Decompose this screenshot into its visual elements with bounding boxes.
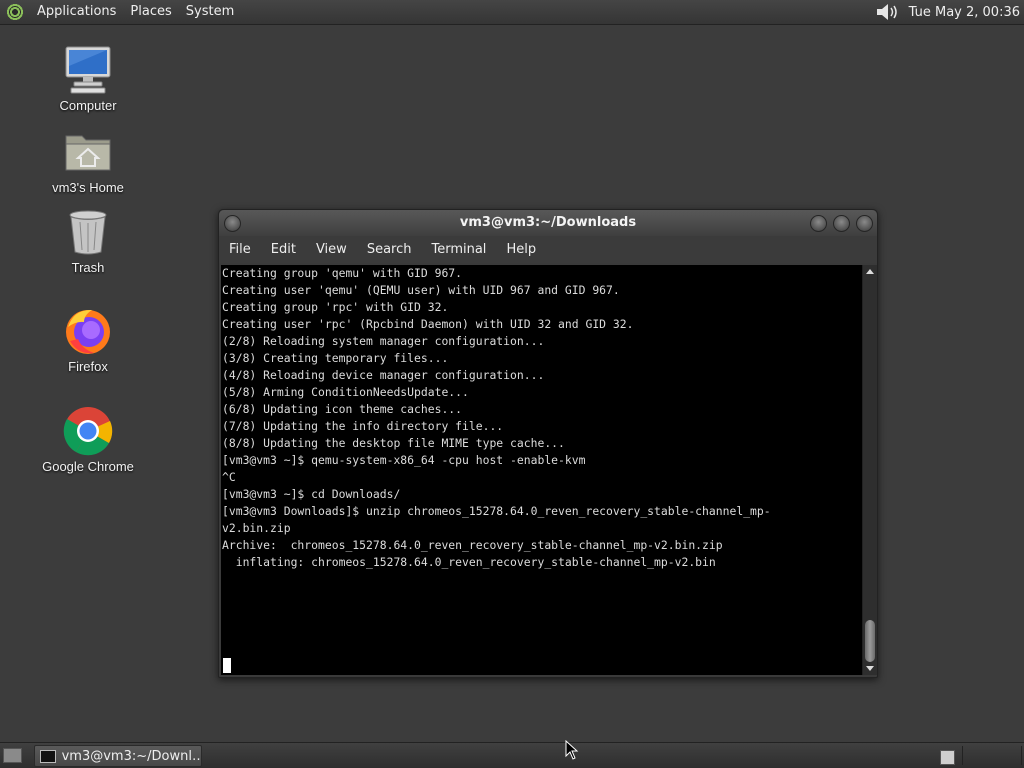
desktop-icon-firefox[interactable]: Firefox	[33, 305, 143, 374]
terminal-line: Creating user 'rpc' (Rpcbind Daemon) wit…	[222, 317, 634, 331]
window-titlebar[interactable]: vm3@vm3:~/Downloads	[219, 210, 877, 236]
terminal-line: (2/8) Reloading system manager configura…	[222, 334, 545, 348]
terminal-line: Archive: chromeos_15278.64.0_reven_recov…	[222, 538, 723, 552]
terminal-line: (5/8) Arming ConditionNeedsUpdate...	[222, 385, 469, 399]
system-menu[interactable]: System	[179, 0, 241, 24]
maximize-icon[interactable]	[833, 215, 850, 232]
menu-search[interactable]: Search	[357, 236, 422, 263]
desktop-icon-label: Computer	[59, 98, 117, 113]
desktop-icon-label: Trash	[71, 260, 105, 275]
terminal-line: (6/8) Updating icon theme caches...	[222, 402, 463, 416]
firefox-icon	[62, 305, 114, 357]
terminal-line: inflating: chromeos_15278.64.0_reven_rec…	[222, 555, 716, 569]
terminal-line: ^C	[222, 470, 236, 484]
desktop-icon-computer[interactable]: Computer	[33, 44, 143, 113]
top-panel: Applications Places System Tue May 2, 00…	[0, 0, 1024, 25]
clock[interactable]: Tue May 2, 00:36	[905, 5, 1024, 20]
terminal-line: Creating group 'qemu' with GID 967.	[222, 266, 463, 280]
trash-icon	[62, 206, 114, 258]
terminal-line: [vm3@vm3 ~]$ cd Downloads/	[222, 487, 401, 501]
computer-icon	[62, 44, 114, 96]
terminal-menubar: File Edit View Search Terminal Help	[219, 236, 877, 263]
terminal-line: (4/8) Reloading device manager configura…	[222, 368, 545, 382]
desktop-icon-home[interactable]: vm3's Home	[33, 126, 143, 195]
menu-view[interactable]: View	[306, 236, 357, 263]
desktop-icon-trash[interactable]: Trash	[33, 206, 143, 275]
scroll-thumb[interactable]	[865, 620, 875, 662]
show-desktop-icon[interactable]	[3, 748, 22, 763]
desktop-icon-label: Firefox	[68, 359, 108, 374]
taskbar-item-label: vm3@vm3:~/Downl…	[61, 748, 201, 764]
terminal-window[interactable]: vm3@vm3:~/Downloads File Edit View Searc…	[218, 209, 878, 678]
terminal-line: [vm3@vm3 ~]$ qemu-system-x86_64 -cpu hos…	[222, 453, 586, 467]
distro-logo-icon[interactable]	[6, 3, 24, 21]
terminal-line: v2.bin.zip	[222, 521, 291, 535]
minimize-icon[interactable]	[810, 215, 827, 232]
window-menu-icon[interactable]	[224, 215, 241, 232]
terminal-line: (3/8) Creating temporary files...	[222, 351, 449, 365]
desktop-icon-label: Google Chrome	[42, 459, 134, 474]
terminal-text: Creating group 'qemu' with GID 967. Creat…	[221, 265, 862, 571]
terminal-line: [vm3@vm3 Downloads]$ unzip chromeos_1527…	[222, 504, 771, 518]
bottom-panel: vm3@vm3:~/Downl…	[0, 742, 1024, 768]
home-folder-icon	[62, 126, 114, 178]
desktop-icon-chrome[interactable]: Google Chrome	[33, 405, 143, 474]
workspace-switcher-2[interactable]	[962, 746, 1022, 765]
menu-file[interactable]: File	[219, 236, 261, 263]
terminal-output[interactable]: Creating group 'qemu' with GID 967. Creat…	[221, 265, 862, 675]
vertical-scrollbar[interactable]	[862, 265, 877, 675]
scroll-up-icon[interactable]	[866, 269, 874, 274]
terminal-line: (7/8) Updating the info directory file..…	[222, 419, 504, 433]
window-title: vm3@vm3:~/Downloads	[459, 215, 637, 230]
menu-help[interactable]: Help	[496, 236, 546, 263]
scroll-down-icon[interactable]	[866, 666, 874, 671]
terminal-line: (8/8) Updating the desktop file MIME typ…	[222, 436, 565, 450]
places-menu[interactable]: Places	[123, 0, 178, 24]
panel-tray: Tue May 2, 00:36	[875, 0, 1024, 24]
applications-menu[interactable]: Applications	[30, 0, 123, 24]
menu-edit[interactable]: Edit	[261, 236, 306, 263]
close-icon[interactable]	[856, 215, 873, 232]
menu-terminal[interactable]: Terminal	[421, 236, 496, 263]
chrome-icon	[62, 405, 114, 457]
terminal-line: Creating group 'rpc' with GID 32.	[222, 300, 449, 314]
desktop-icon-label: vm3's Home	[52, 180, 124, 195]
taskbar-item-terminal[interactable]: vm3@vm3:~/Downl…	[34, 745, 202, 767]
terminal-line: Creating user 'qemu' (QEMU user) with UI…	[222, 283, 620, 297]
terminal-icon	[40, 749, 56, 763]
workspace-switcher-1[interactable]	[940, 750, 955, 765]
speaker-icon[interactable]	[875, 2, 901, 22]
text-cursor	[223, 658, 231, 673]
